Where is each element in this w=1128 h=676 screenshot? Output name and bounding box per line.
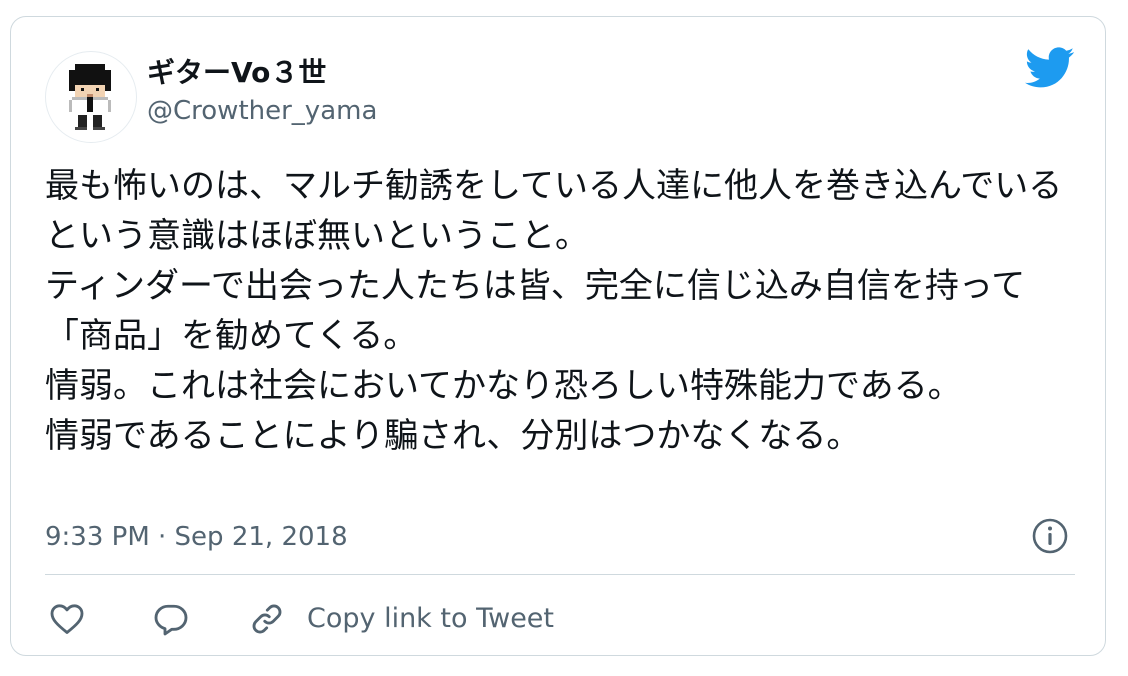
author-name[interactable]: ギターVo３世 (147, 53, 326, 93)
tweet-text: 最も怖いのは、マルチ勧誘をしている人達に他人を巻き込んでいるという意識はほぼ無い… (45, 166, 1063, 456)
twitter-bird-icon[interactable] (1025, 47, 1075, 89)
author-handle[interactable]: @Crowther_yama (147, 93, 377, 129)
info-icon[interactable] (1031, 517, 1069, 555)
copy-link-label[interactable]: Copy link to Tweet (307, 601, 554, 637)
link-icon (252, 604, 282, 634)
avatar[interactable] (45, 51, 137, 143)
pixel-avatar-image (69, 64, 111, 130)
reply-button[interactable] (153, 601, 189, 637)
heart-icon (50, 604, 84, 634)
copy-link-button[interactable] (249, 601, 285, 637)
like-button[interactable] (49, 601, 85, 637)
twitter-bird-svg (1025, 47, 1075, 88)
info-icon-svg (1032, 518, 1068, 554)
tweet-card: ギターVo３世 @Crowther_yama 最も怖いのは、マルチ勧誘をしている… (10, 16, 1106, 656)
reply-icon (154, 604, 188, 636)
tweet-timestamp[interactable]: 9:33 PM · Sep 21, 2018 (45, 519, 348, 555)
divider (45, 574, 1075, 575)
